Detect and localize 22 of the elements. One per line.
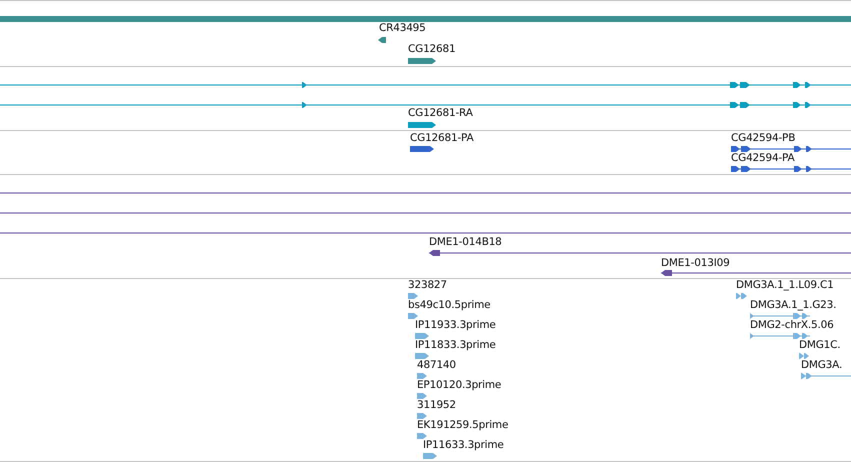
feature-label: DMG3A.1_1.G23. bbox=[750, 299, 836, 312]
feature-label: IP11933.3prime bbox=[415, 319, 496, 332]
feature-label: EP10120.3prime bbox=[417, 379, 502, 392]
feature-label: CG12681-RA bbox=[408, 107, 473, 120]
feature-label: bs49c10.5prime bbox=[408, 299, 490, 312]
feature-label: CR43495 bbox=[379, 22, 426, 35]
feature-label: 311952 bbox=[417, 399, 456, 412]
feature-label: DME1-013I09 bbox=[661, 257, 730, 270]
feature-label: IP11833.3prime bbox=[415, 339, 496, 352]
feature-label: CG42594-PA bbox=[731, 152, 795, 165]
feature-label: IP11633.3prime bbox=[423, 439, 504, 452]
feature-label: DME1-014B18 bbox=[429, 236, 502, 249]
feature-label: CG12681 bbox=[408, 43, 456, 56]
feature-label: 323827 bbox=[408, 279, 447, 292]
feature-label: CG12681-PA bbox=[410, 132, 474, 145]
feature-label: CG42594-PB bbox=[731, 132, 796, 145]
feature-label: 487140 bbox=[417, 359, 456, 372]
feature-label: DMG3A.1_1.L09.C1 bbox=[736, 279, 834, 292]
feature-label: DMG2-chrX.5.06 bbox=[750, 319, 834, 332]
feature-label: DMG1C. bbox=[799, 339, 840, 352]
feature-label: EK191259.5prime bbox=[417, 419, 508, 432]
feature-label: DMG3A. bbox=[801, 359, 842, 372]
